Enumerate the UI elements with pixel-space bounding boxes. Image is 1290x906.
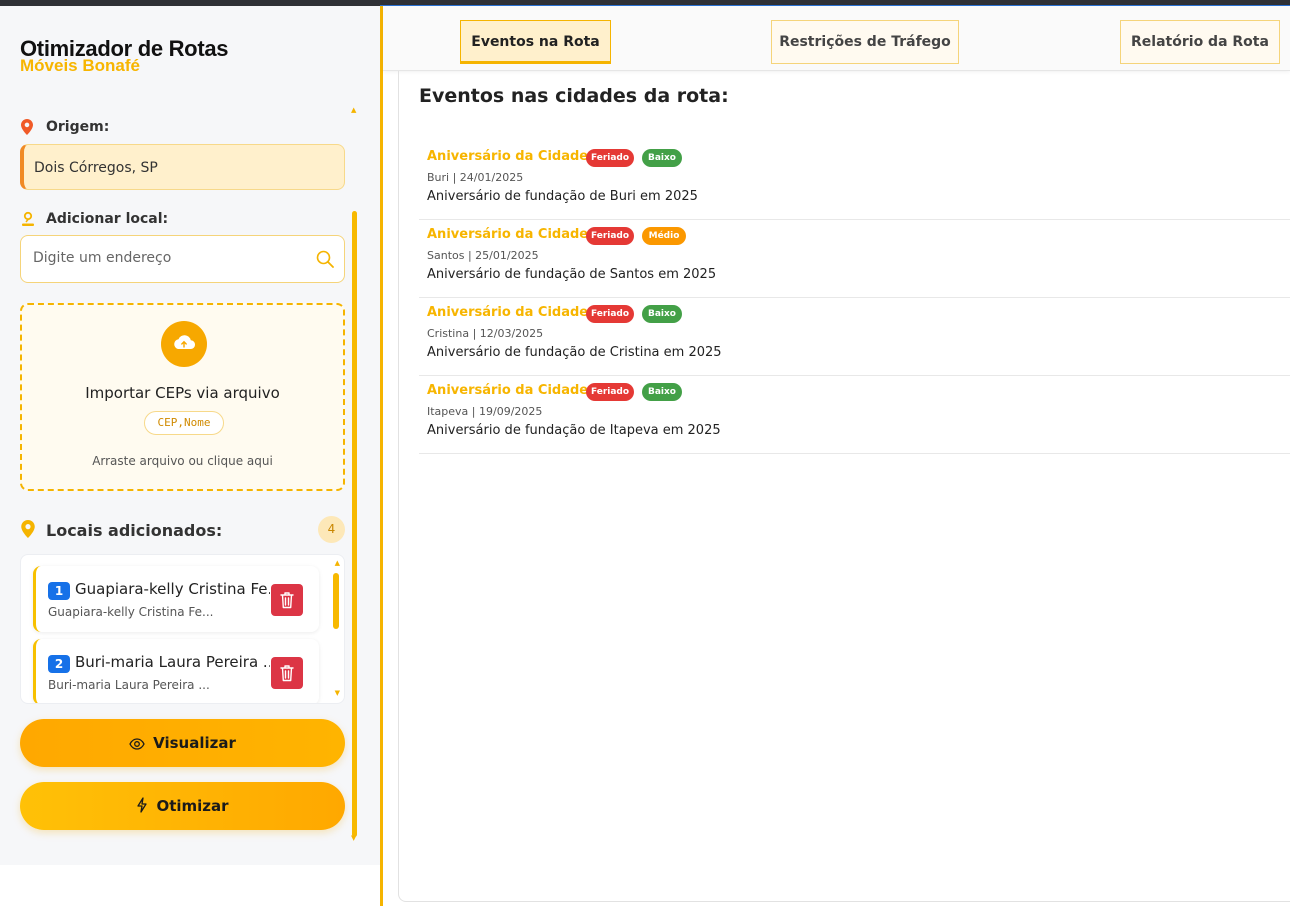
event-meta: Buri | 24/01/2025 [427, 171, 524, 184]
search-icon[interactable] [316, 250, 334, 268]
event-item: Aniversário da Cidade Feriado Baixo Buri… [419, 142, 1290, 220]
sidebar: Otimizador de Rotas Móveis Bonafé ▲ ▼ Or… [0, 6, 380, 865]
location-subtitle: Guapiara-kelly Cristina Fe... [48, 605, 214, 619]
events-section-title: Eventos nas cidades da rota: [419, 85, 729, 107]
event-item: Aniversário da Cidade Feriado Baixo Itap… [419, 376, 1290, 454]
map-pin-icon [21, 119, 33, 135]
map-marker-icon [21, 520, 35, 538]
event-meta: Santos | 25/01/2025 [427, 249, 539, 262]
event-meta: Cristina | 12/03/2025 [427, 327, 544, 340]
eye-icon [129, 738, 145, 750]
tab-restricoes-de-trafego[interactable]: Restrições de Tráfego [771, 20, 959, 64]
list-item[interactable]: 1 Guapiara-kelly Cristina Fe... Guapiara… [33, 566, 319, 632]
tab-eventos-na-rota[interactable]: Eventos na Rota [460, 20, 611, 64]
delete-location-button[interactable] [271, 657, 303, 689]
delete-location-button[interactable] [271, 584, 303, 616]
event-title: Aniversário da Cidade [427, 227, 589, 242]
sidebar-scrollbar-thumb[interactable] [352, 211, 357, 837]
event-title: Aniversário da Cidade [427, 149, 589, 164]
event-description: Aniversário de fundação de Cristina em 2… [427, 345, 722, 360]
visualize-button[interactable]: Visualizar [20, 719, 345, 767]
origin-label: Origem: [46, 119, 110, 135]
event-type-badge: Feriado [586, 383, 634, 401]
trash-icon [280, 592, 294, 609]
event-impact-badge: Baixo [642, 383, 682, 401]
main-panel: Eventos na Rota Restrições de Tráfego Re… [380, 6, 1290, 906]
optimize-button[interactable]: Otimizar [20, 782, 345, 830]
event-description: Aniversário de fundação de Itapeva em 20… [427, 423, 721, 438]
event-description: Aniversário de fundação de Buri em 2025 [427, 189, 698, 204]
app-subtitle: Móveis Bonafé [20, 56, 140, 75]
list-scroll-up-arrow[interactable]: ▲ [335, 559, 340, 567]
event-item: Aniversário da Cidade Feriado Baixo Cris… [419, 298, 1290, 376]
list-scrollbar-thumb[interactable] [333, 573, 339, 629]
event-description: Aniversário de fundação de Santos em 202… [427, 267, 717, 282]
event-type-badge: Feriado [586, 305, 634, 323]
lightning-icon [137, 797, 148, 813]
address-search-box [20, 235, 345, 283]
origin-field[interactable]: Dois Córregos, SP [20, 144, 345, 190]
event-type-badge: Feriado [586, 227, 634, 245]
list-item[interactable]: 2 Buri-maria Laura Pereira ... Buri-mari… [33, 639, 319, 703]
import-format-chip: CEP,Nome [144, 411, 224, 435]
visualize-button-label: Visualizar [153, 734, 236, 752]
event-item: Aniversário da Cidade Feriado Médio Sant… [419, 220, 1290, 298]
event-type-badge: Feriado [586, 149, 634, 167]
event-meta: Itapeva | 19/09/2025 [427, 405, 543, 418]
tab-bar: Eventos na Rota Restrições de Tráfego Re… [383, 6, 1290, 71]
trash-icon [280, 665, 294, 682]
location-number-badge: 2 [48, 655, 70, 673]
sidebar-scroll-down-arrow[interactable]: ▼ [351, 834, 356, 842]
add-location-label: Adicionar local: [46, 211, 169, 227]
added-locations-list: ▲ ▼ 1 Guapiara-kelly Cristina Fe... Guap… [20, 554, 345, 704]
event-impact-badge: Baixo [642, 305, 682, 323]
location-title: Buri-maria Laura Pereira ... [75, 653, 270, 671]
event-title: Aniversário da Cidade [427, 383, 589, 398]
location-title: Guapiara-kelly Cristina Fe... [75, 580, 270, 598]
import-hint: Arraste arquivo ou clique aqui [92, 454, 273, 468]
address-input[interactable] [33, 250, 303, 266]
file-import-dropzone[interactable]: Importar CEPs via arquivo CEP,Nome Arras… [20, 303, 345, 491]
list-scroll-down-arrow[interactable]: ▼ [335, 689, 340, 697]
location-subtitle: Buri-maria Laura Pereira ... [48, 678, 210, 692]
upload-cloud-icon [161, 321, 207, 367]
optimize-button-label: Otimizar [156, 797, 229, 815]
location-number-badge: 1 [48, 582, 70, 600]
added-locations-label: Locais adicionados: [46, 521, 223, 540]
event-impact-badge: Médio [642, 227, 686, 245]
sidebar-scroll-up-arrow[interactable]: ▲ [351, 106, 356, 114]
added-locations-count-badge: 4 [318, 516, 345, 543]
location-add-icon [22, 211, 34, 226]
event-title: Aniversário da Cidade [427, 305, 589, 320]
import-title: Importar CEPs via arquivo [85, 384, 280, 402]
event-impact-badge: Baixo [642, 149, 682, 167]
tab-relatorio-da-rota[interactable]: Relatório da Rota [1120, 20, 1280, 64]
